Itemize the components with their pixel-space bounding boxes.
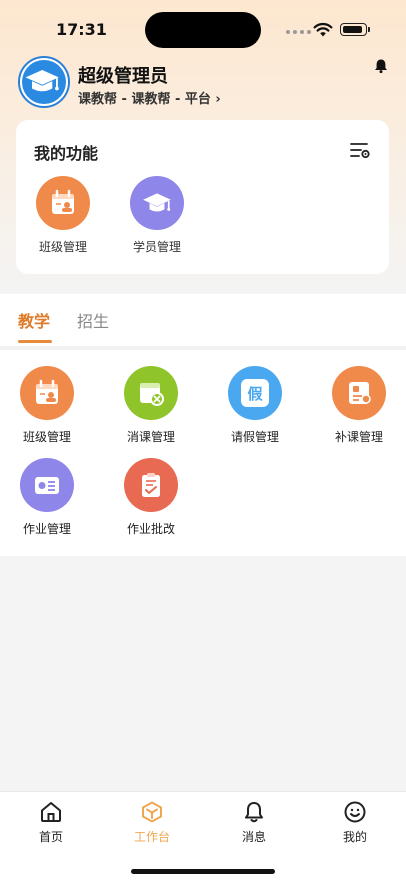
- active-tab-indicator: [18, 340, 52, 343]
- signal-dots-icon: [286, 30, 311, 34]
- workbench-cube-icon: [142, 801, 162, 823]
- grid-item-homework-grading[interactable]: 作业批改: [106, 458, 196, 537]
- grid-item-makeup-class[interactable]: 补课管理: [314, 366, 404, 445]
- grid-item-label: 补课管理: [334, 430, 383, 444]
- function-student-management[interactable]: 学员管理: [117, 176, 197, 255]
- function-class-management[interactable]: 班级管理: [23, 176, 103, 255]
- nav-label: 消息: [241, 830, 266, 844]
- status-bar: 17:31: [0, 0, 406, 58]
- profile-header[interactable]: 超级管理员 课教帮 - 课教帮 - 平台 ›: [18, 56, 388, 108]
- teaching-grid: 班级管理 消课管理 假 请假管理 补课管理 作业管理 作业批改: [0, 350, 406, 556]
- graduation-cap-icon: [130, 176, 184, 230]
- nav-home[interactable]: 首页: [16, 800, 86, 845]
- nav-workbench[interactable]: 工作台: [117, 800, 187, 845]
- smiley-icon: [344, 801, 366, 823]
- notification-bell-icon[interactable]: [373, 58, 389, 74]
- class-calendar-icon: [36, 176, 90, 230]
- graduation-cap-icon: [25, 70, 59, 92]
- nav-label: 工作台: [133, 830, 170, 844]
- function-label: 班级管理: [38, 240, 87, 254]
- homework-card-icon: [20, 458, 74, 512]
- my-functions-card: 我的功能 班级管理 学员管理: [16, 120, 389, 274]
- grid-item-homework-management[interactable]: 作业管理: [2, 458, 92, 537]
- grid-item-class-management[interactable]: 班级管理: [2, 366, 92, 445]
- dynamic-island: [145, 12, 261, 48]
- function-settings-icon[interactable]: [349, 140, 371, 160]
- home-icon: [41, 802, 61, 822]
- grid-item-cancel-class[interactable]: 消课管理: [106, 366, 196, 445]
- function-label: 学员管理: [132, 240, 181, 254]
- tab-teaching[interactable]: 教学: [18, 308, 50, 332]
- organization-switcher[interactable]: 课教帮 - 课教帮 - 平台 ›: [78, 88, 221, 107]
- grid-item-label: 消课管理: [126, 430, 175, 444]
- battery-icon: [340, 23, 370, 36]
- nav-label: 我的: [342, 830, 367, 844]
- wifi-icon: [313, 22, 333, 37]
- leave-icon: 假: [228, 366, 282, 420]
- nav-label: 首页: [38, 830, 63, 844]
- category-tabs: 教学 招生: [0, 294, 406, 346]
- bell-icon: [245, 802, 263, 823]
- nav-messages[interactable]: 消息: [219, 800, 289, 845]
- my-functions-title: 我的功能: [34, 144, 99, 163]
- makeup-class-icon: [332, 366, 386, 420]
- avatar[interactable]: [18, 56, 70, 108]
- status-time: 17:31: [56, 20, 107, 39]
- user-name: 超级管理员: [78, 66, 168, 87]
- grid-item-label: 作业管理: [22, 522, 71, 536]
- grid-item-label: 作业批改: [126, 522, 175, 536]
- leave-glyph: 假: [241, 379, 269, 407]
- tab-enrollment[interactable]: 招生: [77, 308, 109, 332]
- home-indicator[interactable]: [131, 869, 275, 874]
- grid-item-label: 班级管理: [22, 430, 71, 444]
- grid-item-leave[interactable]: 假 请假管理: [210, 366, 300, 445]
- grid-item-label: 请假管理: [230, 430, 279, 444]
- cancel-class-icon: [124, 366, 178, 420]
- nav-mine[interactable]: 我的: [320, 800, 390, 845]
- class-calendar-icon: [20, 366, 74, 420]
- clipboard-check-icon: [124, 458, 178, 512]
